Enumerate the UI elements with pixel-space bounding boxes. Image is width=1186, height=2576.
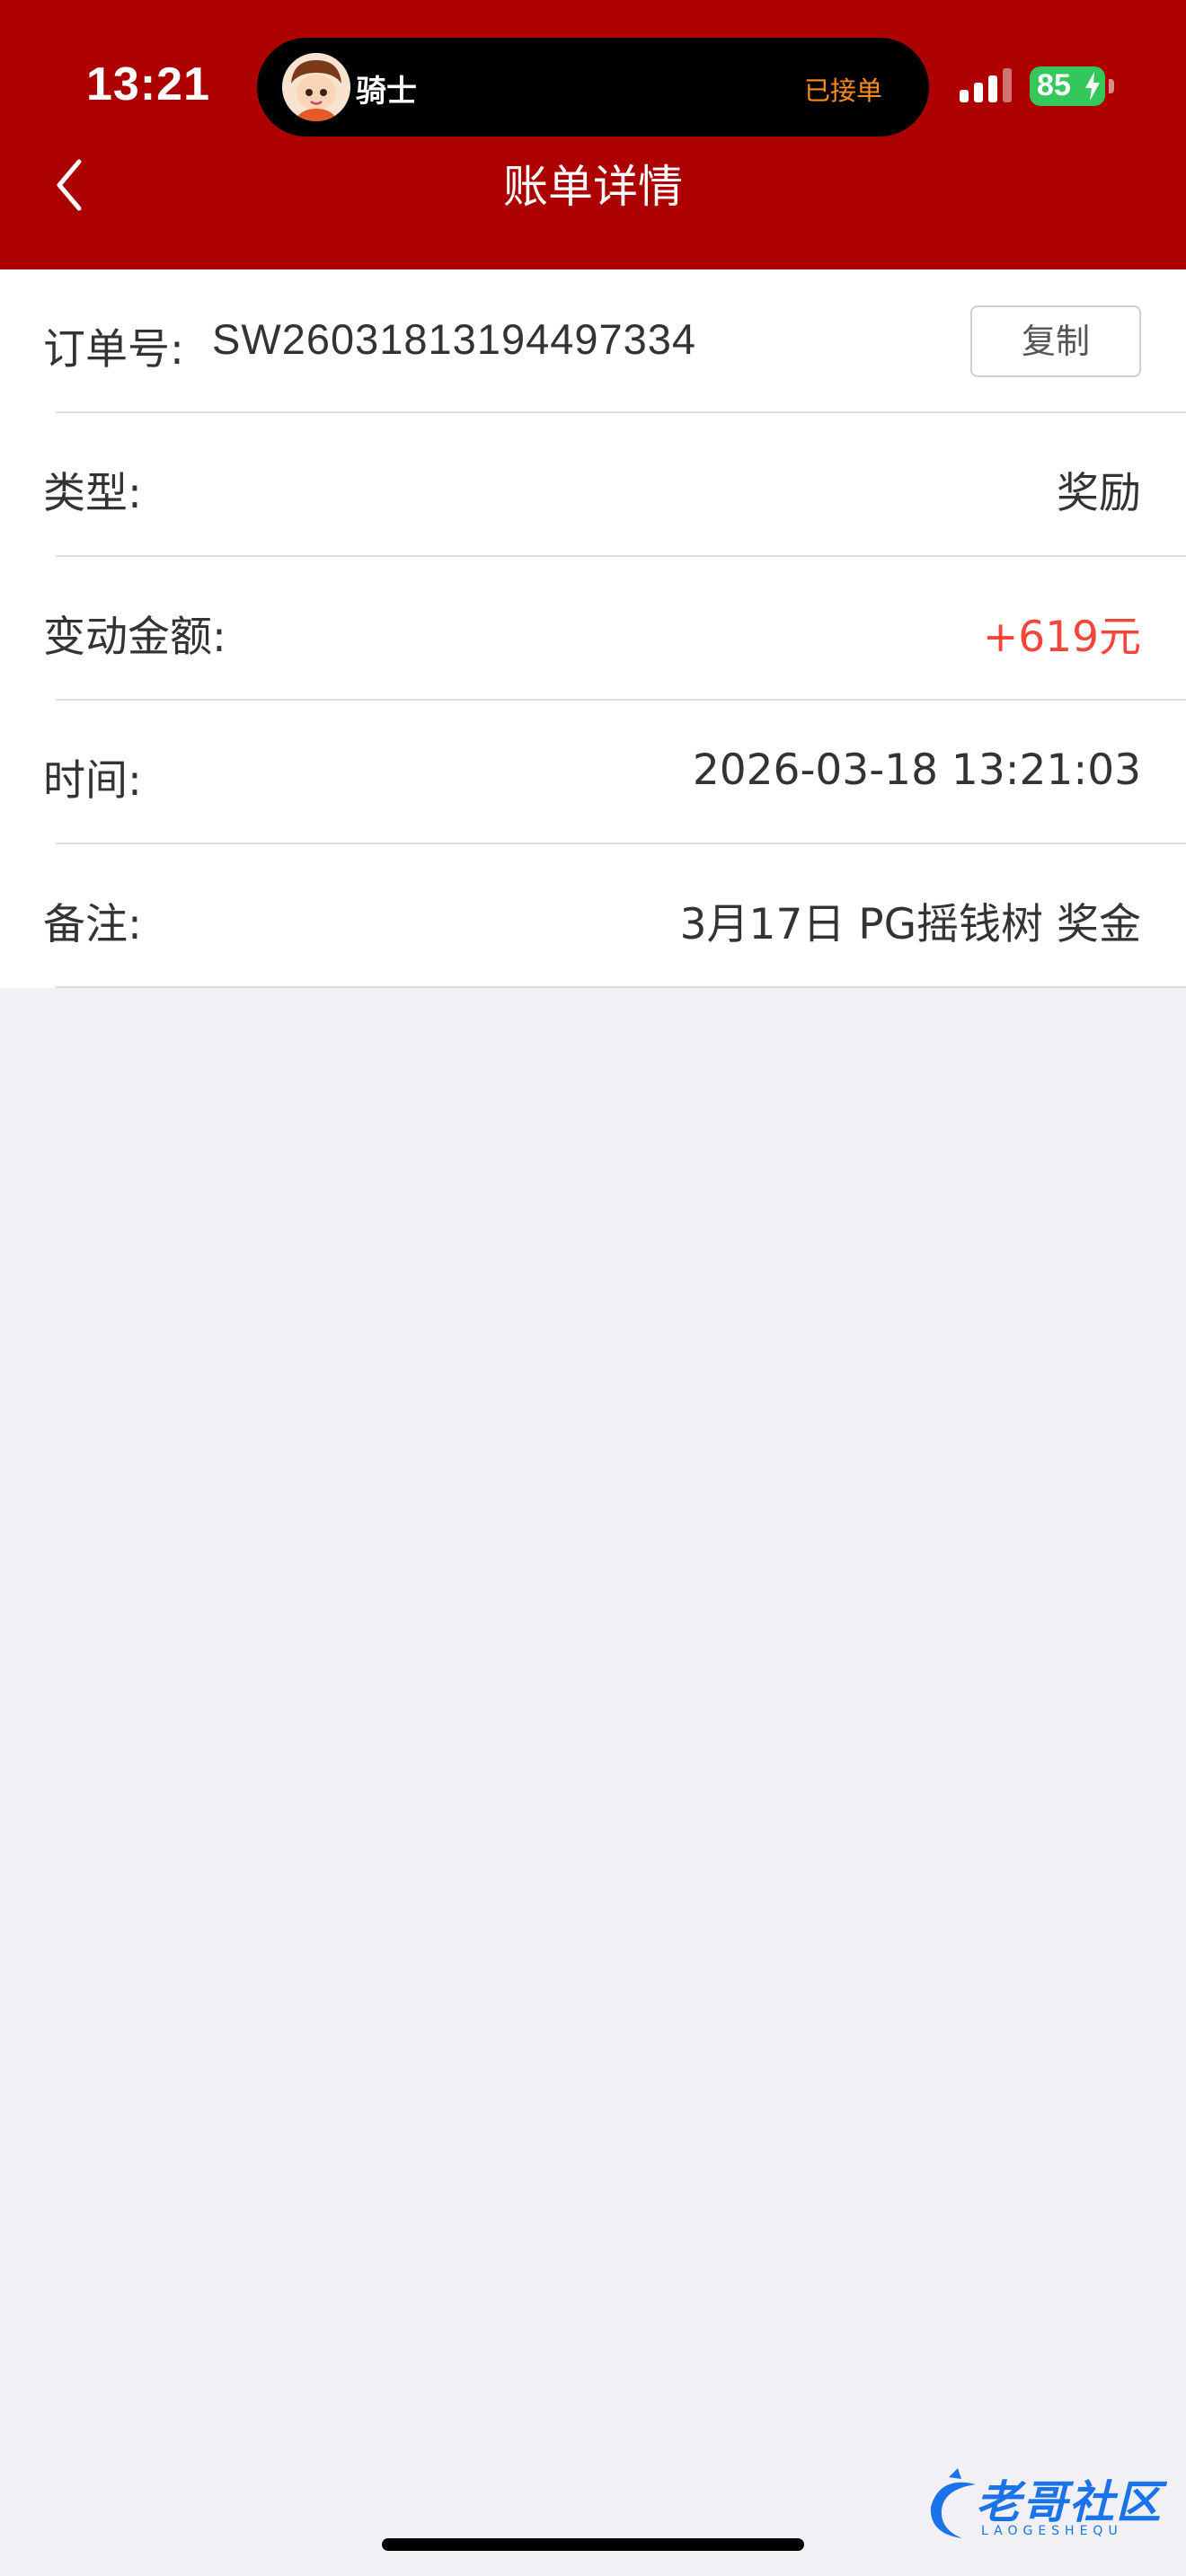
battery-tip xyxy=(1109,79,1114,93)
amount-label: 变动金额: xyxy=(43,613,226,662)
time-value: 2026-03-18 13:21:03 xyxy=(692,745,1141,795)
divider xyxy=(56,986,1186,988)
order-number-row: 订单号: SW26031813194497334 复制 xyxy=(0,269,1186,413)
type-value: 奖励 xyxy=(1057,469,1141,518)
type-row: 类型: 奖励 xyxy=(0,413,1186,557)
copy-button[interactable]: 复制 xyxy=(970,305,1141,377)
charging-bolt-icon xyxy=(1085,72,1100,101)
battery-level: 85 xyxy=(1037,68,1071,102)
status-time: 13:21 xyxy=(86,58,210,110)
type-label: 类型: xyxy=(43,469,142,518)
order-number-label: 订单号: xyxy=(43,325,184,375)
watermark-subtext: LAOGESHEQU xyxy=(981,2524,1123,2538)
dynamic-island-live-activity[interactable]: 骑士 已接单 xyxy=(257,38,929,137)
page-title: 账单详情 xyxy=(503,161,683,213)
watermark-logo: 老哥社区 LAOGESHEQU xyxy=(922,2466,1173,2547)
watermark-text: 老哥社区 xyxy=(976,2476,1163,2528)
amount-row: 变动金额: +619元 xyxy=(0,557,1186,701)
time-row: 时间: 2026-03-18 13:21:03 xyxy=(0,701,1186,844)
remark-row: 备注: 3月17日 PG摇钱树 奖金 xyxy=(0,844,1186,988)
order-number-value: SW26031813194497334 xyxy=(212,315,697,363)
rider-name: 骑士 xyxy=(356,74,417,110)
remark-value: 3月17日 PG摇钱树 奖金 xyxy=(679,900,1141,949)
remark-label: 备注: xyxy=(43,900,142,949)
battery-icon: 85 xyxy=(1030,66,1105,106)
cellular-signal-icon xyxy=(960,68,1012,102)
time-label: 时间: xyxy=(43,756,142,806)
bill-detail-list: 订单号: SW26031813194497334 复制 类型: 奖励 变动金额:… xyxy=(0,269,1186,988)
home-indicator[interactable] xyxy=(382,2538,804,2551)
amount-value: +619元 xyxy=(982,613,1141,662)
rider-avatar-icon xyxy=(282,53,350,121)
order-status-text: 已接单 xyxy=(803,75,882,106)
app-header: 13:21 骑士 已接单 85 账单详情 xyxy=(0,0,1186,269)
